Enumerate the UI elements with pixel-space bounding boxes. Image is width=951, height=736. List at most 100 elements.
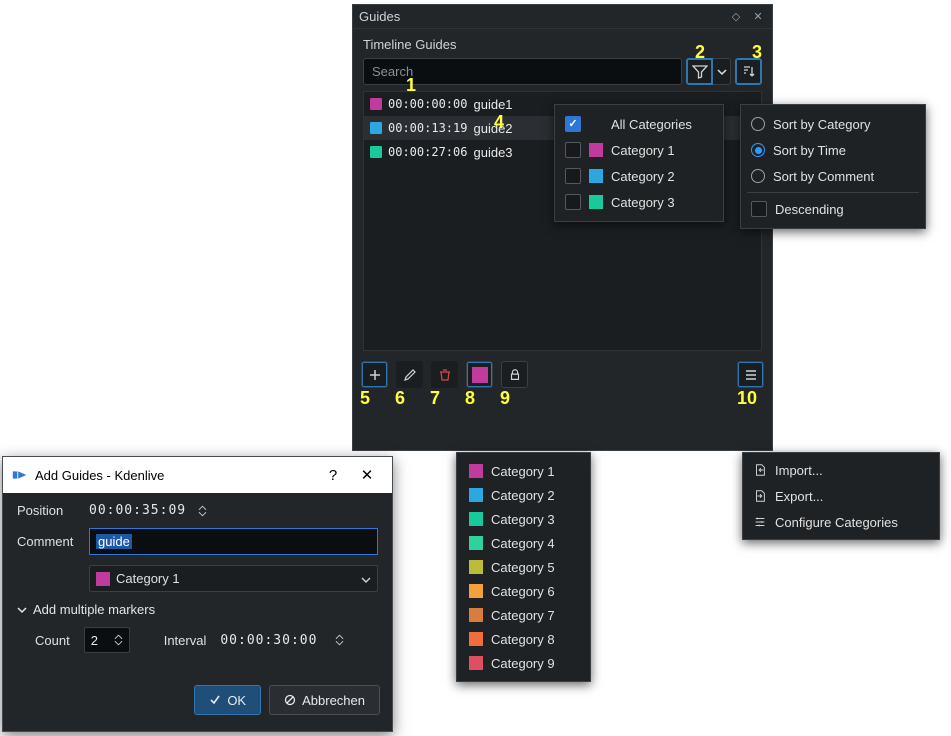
export-icon bbox=[753, 489, 767, 503]
add-guides-dialog: Add Guides - Kdenlive ? ✕ Position 00:00… bbox=[2, 456, 393, 732]
filter-button[interactable] bbox=[686, 58, 713, 85]
color-swatch bbox=[469, 560, 483, 574]
count-value: 2 bbox=[91, 633, 106, 648]
category-item[interactable]: Category 4 bbox=[461, 531, 586, 555]
checkbox-icon bbox=[565, 116, 581, 132]
plus-icon bbox=[367, 367, 383, 383]
interval-value[interactable]: 00:00:30:00 bbox=[220, 633, 317, 648]
count-spinner[interactable] bbox=[114, 634, 123, 646]
filter-all-label: All Categories bbox=[611, 117, 692, 132]
color-swatch bbox=[589, 169, 603, 183]
color-swatch bbox=[469, 584, 483, 598]
hamburger-icon bbox=[743, 367, 759, 383]
delete-guide-button[interactable] bbox=[431, 361, 458, 388]
lock-icon bbox=[508, 368, 522, 382]
guide-time: 00:00:00:00 bbox=[388, 97, 467, 111]
chevron-down-icon bbox=[198, 511, 207, 517]
color-swatch bbox=[589, 143, 603, 157]
guide-name: guide2 bbox=[473, 121, 512, 136]
category-item[interactable]: Category 8 bbox=[461, 627, 586, 651]
guide-color-swatch bbox=[370, 122, 382, 134]
sort-by-time[interactable]: Sort by Time bbox=[745, 137, 921, 163]
position-spinner[interactable] bbox=[198, 505, 207, 517]
import-icon bbox=[753, 463, 767, 477]
add-multiple-markers-expander[interactable]: Add multiple markers bbox=[17, 602, 378, 617]
category-list-popup: Category 1 Category 2 Category 3 Categor… bbox=[456, 452, 591, 682]
radio-icon bbox=[751, 117, 765, 131]
filter-category-item[interactable]: Category 3 bbox=[559, 189, 719, 215]
ok-button[interactable]: OK bbox=[194, 685, 261, 715]
lock-button[interactable] bbox=[501, 361, 528, 388]
sort-by-category[interactable]: Sort by Category bbox=[745, 111, 921, 137]
dialog-titlebar: Add Guides - Kdenlive ? ✕ bbox=[3, 457, 392, 493]
radio-icon bbox=[751, 169, 765, 183]
menu-configure-categories[interactable]: Configure Categories bbox=[743, 509, 939, 535]
checkbox-icon bbox=[565, 168, 581, 184]
app-logo-icon bbox=[11, 466, 31, 484]
pin-icon[interactable]: ◇ bbox=[728, 10, 744, 23]
hamburger-menu-button[interactable] bbox=[737, 361, 764, 388]
category-item[interactable]: Category 1 bbox=[461, 459, 586, 483]
comment-label: Comment bbox=[17, 534, 81, 549]
filter-category-item[interactable]: Category 1 bbox=[559, 137, 719, 163]
panel-title: Guides bbox=[359, 9, 728, 24]
search-input[interactable]: Search bbox=[363, 58, 682, 85]
expander-label: Add multiple markers bbox=[33, 602, 155, 617]
chevron-down-icon bbox=[17, 605, 27, 615]
timeline-guides-label: Timeline Guides bbox=[363, 37, 762, 52]
category-item[interactable]: Category 3 bbox=[461, 507, 586, 531]
filter-all-categories[interactable]: All Categories bbox=[559, 111, 719, 137]
color-swatch bbox=[472, 367, 488, 383]
funnel-icon bbox=[692, 64, 708, 80]
sort-descending[interactable]: Descending bbox=[745, 196, 921, 222]
count-label: Count bbox=[35, 633, 70, 648]
sort-by-comment[interactable]: Sort by Comment bbox=[745, 163, 921, 189]
count-spinbox[interactable]: 2 bbox=[84, 627, 130, 653]
color-swatch bbox=[469, 488, 483, 502]
guide-color-swatch bbox=[370, 98, 382, 110]
trash-icon bbox=[437, 367, 453, 383]
panel-toolbar bbox=[353, 355, 772, 394]
chevron-down-icon bbox=[335, 640, 344, 646]
color-swatch bbox=[469, 512, 483, 526]
guide-time: 00:00:27:06 bbox=[388, 145, 467, 159]
close-icon[interactable]: ✕ bbox=[750, 10, 766, 23]
category-item[interactable]: Category 6 bbox=[461, 579, 586, 603]
category-color-button[interactable] bbox=[466, 361, 493, 388]
category-item[interactable]: Category 7 bbox=[461, 603, 586, 627]
filter-dropdown-button[interactable] bbox=[713, 58, 731, 85]
category-select-label: Category 1 bbox=[116, 571, 180, 586]
category-item[interactable]: Category 2 bbox=[461, 483, 586, 507]
color-swatch bbox=[469, 536, 483, 550]
check-icon bbox=[209, 694, 221, 706]
cancel-button[interactable]: Abbrechen bbox=[269, 685, 380, 715]
add-guide-button[interactable] bbox=[361, 361, 388, 388]
pencil-icon bbox=[402, 367, 418, 383]
category-item[interactable]: Category 5 bbox=[461, 555, 586, 579]
close-button[interactable]: ✕ bbox=[350, 461, 384, 489]
chevron-down-icon bbox=[114, 640, 123, 646]
filter-categories-popup: All Categories Category 1 Category 2 Cat… bbox=[554, 104, 724, 222]
checkbox-icon bbox=[565, 142, 581, 158]
help-button[interactable]: ? bbox=[316, 461, 350, 489]
edit-guide-button[interactable] bbox=[396, 361, 423, 388]
guide-name: guide1 bbox=[473, 97, 512, 112]
sort-popup: Sort by Category Sort by Time Sort by Co… bbox=[740, 104, 926, 229]
checkbox-icon bbox=[751, 201, 767, 217]
guide-color-swatch bbox=[370, 146, 382, 158]
filter-category-item[interactable]: Category 2 bbox=[559, 163, 719, 189]
interval-spinner[interactable] bbox=[335, 634, 344, 646]
comment-value: guide bbox=[96, 534, 132, 549]
sort-button[interactable] bbox=[735, 58, 762, 85]
color-swatch bbox=[589, 195, 603, 209]
guide-time: 00:00:13:19 bbox=[388, 121, 467, 135]
radio-icon bbox=[751, 143, 765, 157]
comment-input[interactable]: guide bbox=[89, 528, 378, 555]
color-swatch bbox=[96, 572, 110, 586]
menu-import[interactable]: Import... bbox=[743, 457, 939, 483]
position-value[interactable]: 00:00:35:09 bbox=[89, 503, 186, 518]
category-select[interactable]: Category 1 bbox=[89, 565, 378, 592]
position-label: Position bbox=[17, 503, 81, 518]
category-item[interactable]: Category 9 bbox=[461, 651, 586, 675]
menu-export[interactable]: Export... bbox=[743, 483, 939, 509]
